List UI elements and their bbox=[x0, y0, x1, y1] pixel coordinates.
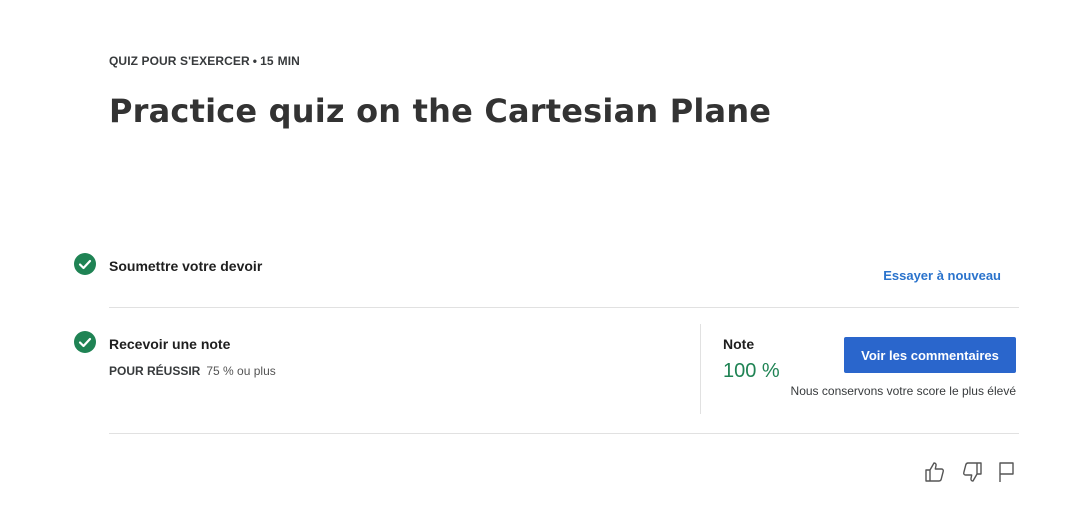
view-feedback-button[interactable]: Voir les commentaires bbox=[844, 337, 1016, 373]
thumbs-up-icon[interactable] bbox=[923, 460, 947, 484]
highest-score-note: Nous conservons votre score le plus élev… bbox=[790, 384, 1016, 398]
divider bbox=[109, 307, 1019, 308]
receive-grade-label: Recevoir une note bbox=[109, 336, 231, 352]
divider bbox=[109, 433, 1019, 434]
eyebrow-separator: • bbox=[252, 54, 258, 68]
check-circle-icon bbox=[74, 331, 96, 353]
grade-value: 100 % bbox=[723, 360, 780, 382]
quiz-kind: QUIZ POUR S'EXERCER bbox=[109, 54, 250, 68]
page-title: Practice quiz on the Cartesian Plane bbox=[109, 92, 772, 130]
retry-link[interactable]: Essayer à nouveau bbox=[883, 268, 1001, 283]
duration-unit: MIN bbox=[277, 54, 300, 68]
check-circle-icon bbox=[74, 253, 96, 275]
submit-assignment-label: Soumettre votre devoir bbox=[109, 258, 263, 274]
quiz-eyebrow: QUIZ POUR S'EXERCER • 15 MIN bbox=[109, 54, 300, 68]
thumbs-down-icon[interactable] bbox=[960, 460, 984, 484]
pass-label: POUR RÉUSSIR bbox=[109, 364, 201, 378]
grade-label: Note bbox=[723, 336, 755, 352]
flag-icon[interactable] bbox=[995, 460, 1019, 484]
pass-requirement: POUR RÉUSSIR 75 % ou plus bbox=[109, 364, 276, 378]
duration-value: 15 bbox=[260, 54, 274, 68]
pass-value: 75 % ou plus bbox=[206, 364, 276, 378]
vertical-divider bbox=[700, 324, 701, 414]
